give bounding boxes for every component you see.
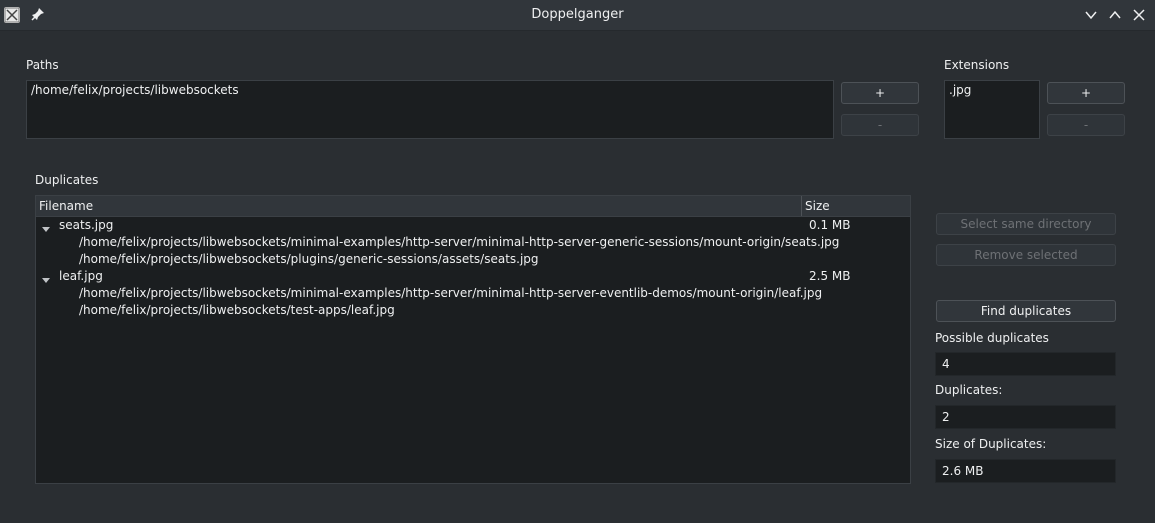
add-extension-button[interactable]: + — [1047, 82, 1125, 104]
file-path: /home/felix/projects/libwebsockets/minim… — [79, 235, 840, 249]
extensions-list[interactable]: .jpg — [944, 80, 1040, 139]
maximize-icon[interactable] — [1108, 8, 1122, 22]
extension-item[interactable]: .jpg — [949, 83, 1035, 97]
collapse-arrow-icon[interactable] — [42, 273, 50, 283]
minimize-icon[interactable] — [1084, 8, 1098, 22]
close-icon[interactable] — [1132, 8, 1146, 22]
tree-group-row[interactable]: seats.jpg 0.1 MB — [36, 217, 910, 234]
paths-label: Paths — [26, 58, 59, 72]
column-header-size[interactable]: Size — [805, 199, 830, 213]
file-path: /home/felix/projects/libwebsockets/test-… — [79, 303, 395, 317]
size-of-duplicates-value: 2.6 MB — [935, 459, 1116, 483]
group-name: seats.jpg — [59, 218, 114, 232]
group-size: 0.1 MB — [809, 218, 851, 232]
duplicates-count-label: Duplicates: — [935, 383, 1003, 397]
paths-list[interactable]: /home/felix/projects/libwebsockets — [26, 80, 834, 139]
find-duplicates-button[interactable]: Find duplicates — [936, 300, 1116, 322]
possible-duplicates-label: Possible duplicates — [935, 331, 1049, 345]
select-same-directory-button[interactable]: Select same directory — [936, 213, 1116, 235]
window-title: Doppelganger — [531, 7, 624, 22]
path-item[interactable]: /home/felix/projects/libwebsockets — [31, 83, 829, 97]
title-bar: Doppelganger — [0, 0, 1155, 31]
tree-header: Filename Size — [36, 196, 910, 217]
size-of-duplicates-label: Size of Duplicates: — [935, 437, 1047, 451]
tree-file-row[interactable]: /home/felix/projects/libwebsockets/minim… — [36, 285, 910, 302]
duplicates-label: Duplicates — [35, 173, 99, 187]
tree-file-row[interactable]: /home/felix/projects/libwebsockets/test-… — [36, 302, 910, 319]
collapse-arrow-icon[interactable] — [42, 222, 50, 232]
add-path-button[interactable]: + — [841, 82, 919, 104]
file-path: /home/felix/projects/libwebsockets/minim… — [79, 286, 823, 300]
possible-duplicates-value: 4 — [935, 352, 1116, 376]
duplicates-tree[interactable]: Filename Size seats.jpg 0.1 MB /home/fel… — [35, 195, 911, 484]
remove-selected-button[interactable]: Remove selected — [936, 244, 1116, 266]
extensions-label: Extensions — [944, 58, 1010, 72]
tree-group-row[interactable]: leaf.jpg 2.5 MB — [36, 268, 910, 285]
column-divider[interactable] — [801, 196, 802, 216]
group-name: leaf.jpg — [59, 269, 103, 283]
tree-file-row[interactable]: /home/felix/projects/libwebsockets/minim… — [36, 234, 910, 251]
remove-extension-button[interactable]: - — [1047, 114, 1125, 136]
duplicates-count-value: 2 — [935, 405, 1116, 429]
group-size: 2.5 MB — [809, 269, 851, 283]
file-path: /home/felix/projects/libwebsockets/plugi… — [79, 252, 539, 266]
remove-path-button[interactable]: - — [841, 114, 919, 136]
tree-file-row[interactable]: /home/felix/projects/libwebsockets/plugi… — [36, 251, 910, 268]
column-header-filename[interactable]: Filename — [39, 199, 93, 213]
